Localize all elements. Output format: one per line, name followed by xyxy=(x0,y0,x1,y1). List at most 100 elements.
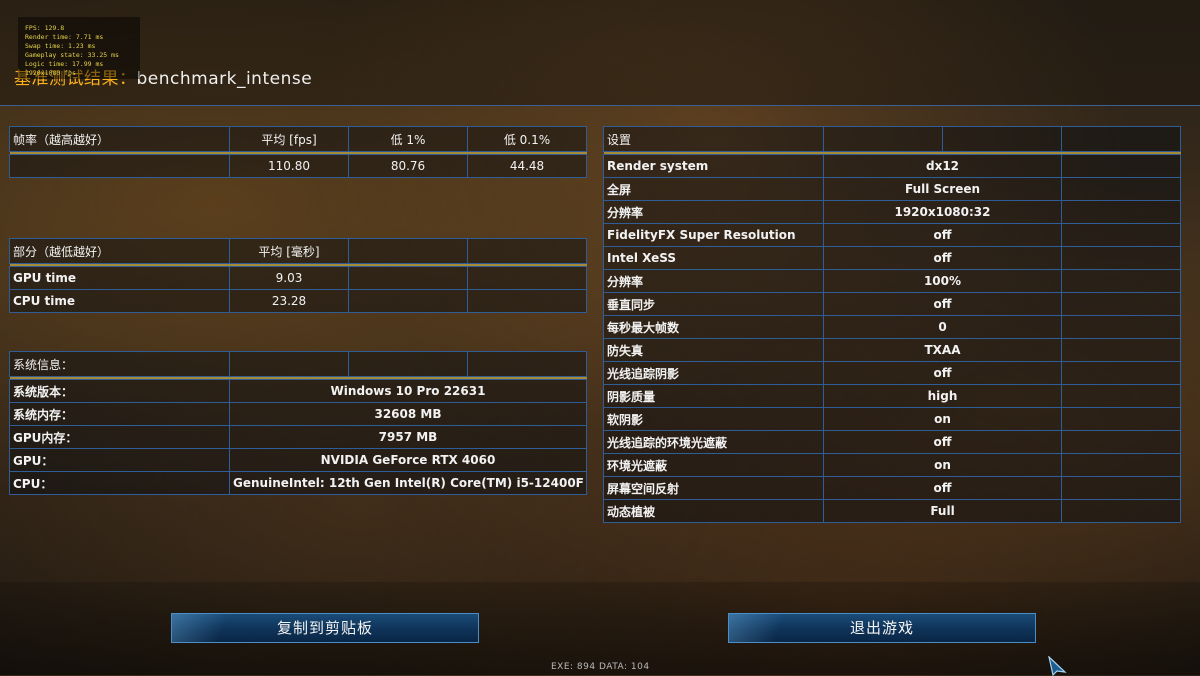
fps-header-low01: 低 0.1% xyxy=(467,126,587,152)
settings-header-empty xyxy=(1061,126,1181,152)
parts-header-empty xyxy=(467,238,587,264)
system-row-value: NVIDIA GeForce RTX 4060 xyxy=(229,448,587,472)
system-header-empty xyxy=(348,351,468,377)
settings-row-label: 分辨率 xyxy=(603,269,824,293)
fps-low01-value: 44.48 xyxy=(467,154,587,178)
settings-row-label: 全屏 xyxy=(603,177,824,201)
settings-row: Intel XeSS off xyxy=(603,246,1181,270)
settings-row-value: off xyxy=(823,292,1062,316)
system-header-empty xyxy=(467,351,587,377)
settings-row-empty xyxy=(1061,430,1181,454)
settings-row-value: Full xyxy=(823,499,1062,523)
settings-header-empty xyxy=(942,126,1062,152)
settings-row-empty xyxy=(1061,200,1181,224)
parts-table: 部分（越低越好） 平均 [毫秒] GPU time 9.03 CPU time … xyxy=(9,238,587,313)
settings-row: 防失真 TXAA xyxy=(603,338,1181,362)
settings-row-empty xyxy=(1061,453,1181,477)
settings-row-label: 防失真 xyxy=(603,338,824,362)
fps-low1-value: 80.76 xyxy=(348,154,468,178)
settings-row-label: 环境光遮蔽 xyxy=(603,453,824,477)
perf-overlay: FPS: 129.8 Render time: 7.71 ms Swap tim… xyxy=(18,17,140,79)
settings-row-empty xyxy=(1061,315,1181,339)
settings-row: 动态植被 Full xyxy=(603,499,1181,523)
settings-row: 分辨率 1920x1080:32 xyxy=(603,200,1181,224)
page-title-name: benchmark_intense xyxy=(136,69,313,89)
parts-header-empty xyxy=(348,238,468,264)
settings-row-label: 分辨率 xyxy=(603,200,824,224)
quit-game-button[interactable]: 退出游戏 xyxy=(728,613,1036,643)
overlay-fps: FPS: 129.8 xyxy=(25,24,65,32)
settings-row-value: dx12 xyxy=(823,154,1062,178)
system-header-label: 系统信息： xyxy=(9,351,230,377)
settings-row-value: off xyxy=(823,223,1062,247)
system-row-label: 系统内存： xyxy=(9,402,230,426)
overlay-resolution: 1920x1080 fps xyxy=(25,69,76,77)
settings-row-value: on xyxy=(823,407,1062,431)
settings-row-empty xyxy=(1061,246,1181,270)
settings-row: 软阴影 on xyxy=(603,407,1181,431)
settings-row-empty xyxy=(1061,338,1181,362)
settings-row-empty xyxy=(1061,476,1181,500)
cursor-arrow-icon xyxy=(1048,656,1067,676)
settings-row-empty xyxy=(1061,407,1181,431)
settings-row-label: 软阴影 xyxy=(603,407,824,431)
system-row-value: GenuineIntel: 12th Gen Intel(R) Core(TM)… xyxy=(229,471,587,495)
settings-row-label: 动态植被 xyxy=(603,499,824,523)
settings-header-label: 设置 xyxy=(603,126,824,152)
settings-row: 每秒最大帧数 0 xyxy=(603,315,1181,339)
settings-row-value: off xyxy=(823,430,1062,454)
settings-row-empty xyxy=(1061,269,1181,293)
settings-rows: Render system dx12 全屏 Full Screen 分辨率 1920x10… xyxy=(603,154,1181,523)
settings-header-empty xyxy=(823,126,943,152)
system-row-label: GPU： xyxy=(9,448,230,472)
settings-row-empty xyxy=(1061,499,1181,523)
settings-row-label: 每秒最大帧数 xyxy=(603,315,824,339)
fps-avg-value: 110.80 xyxy=(229,154,349,178)
parts-row-value: 9.03 xyxy=(229,266,349,290)
settings-row-value: Full Screen xyxy=(823,177,1062,201)
header-band xyxy=(0,0,1200,106)
system-row-label: CPU： xyxy=(9,471,230,495)
settings-row: 环境光遮蔽 on xyxy=(603,453,1181,477)
settings-row-label: FidelityFX Super Resolution xyxy=(603,223,824,247)
parts-row-empty xyxy=(467,266,587,290)
overlay-logic-time: Logic time: 17.99 ms xyxy=(25,60,104,68)
button-glint xyxy=(172,614,242,642)
system-info-table: 系统信息： 系统版本： Windows 10 Pro 22631 系统内存： 3… xyxy=(9,351,587,495)
system-row-value: 7957 MB xyxy=(229,425,587,449)
footer-exe-data: EXE: 894 DATA: 104 xyxy=(551,662,650,672)
system-row-label: 系统版本： xyxy=(9,379,230,403)
copy-to-clipboard-button[interactable]: 复制到剪贴板 xyxy=(171,613,479,643)
parts-row-empty xyxy=(348,289,468,313)
parts-row-empty xyxy=(467,289,587,313)
overlay-swap-time: Swap time: 1.23 ms xyxy=(25,42,96,50)
fps-table: 帧率（越高越好） 平均 [fps] 低 1% 低 0.1% 110.80 80.… xyxy=(9,126,587,178)
header-divider xyxy=(0,105,1200,106)
settings-row-label: Render system xyxy=(603,154,824,178)
settings-table: 设置 Render system dx12 全屏 Full Screen 分辨率 1920… xyxy=(603,126,1181,523)
system-header-empty xyxy=(229,351,349,377)
settings-row-value: 100% xyxy=(823,269,1062,293)
settings-row-empty xyxy=(1061,177,1181,201)
settings-row-label: 垂直同步 xyxy=(603,292,824,316)
settings-row-empty xyxy=(1061,154,1181,178)
parts-header-label: 部分（越低越好） xyxy=(9,238,230,264)
settings-row-label: 阴影质量 xyxy=(603,384,824,408)
overlay-gameplay-state: Gameplay state: 33.25 ms xyxy=(25,51,119,59)
settings-row: 全屏 Full Screen xyxy=(603,177,1181,201)
settings-row-value: off xyxy=(823,246,1062,270)
settings-row: FidelityFX Super Resolution off xyxy=(603,223,1181,247)
settings-row: 阴影质量 high xyxy=(603,384,1181,408)
settings-row-empty xyxy=(1061,292,1181,316)
settings-row-value: off xyxy=(823,476,1062,500)
parts-row-empty xyxy=(348,266,468,290)
settings-row: Render system dx12 xyxy=(603,154,1181,178)
parts-row-label: GPU time xyxy=(9,266,230,290)
settings-row-value: 1920x1080:32 xyxy=(823,200,1062,224)
fps-header-low1: 低 1% xyxy=(348,126,468,152)
overlay-render-time: Render time: 7.71 ms xyxy=(25,33,104,41)
button-glint xyxy=(729,614,799,642)
settings-row-value: on xyxy=(823,453,1062,477)
settings-row-empty xyxy=(1061,361,1181,385)
settings-row: 光线追踪阴影 off xyxy=(603,361,1181,385)
